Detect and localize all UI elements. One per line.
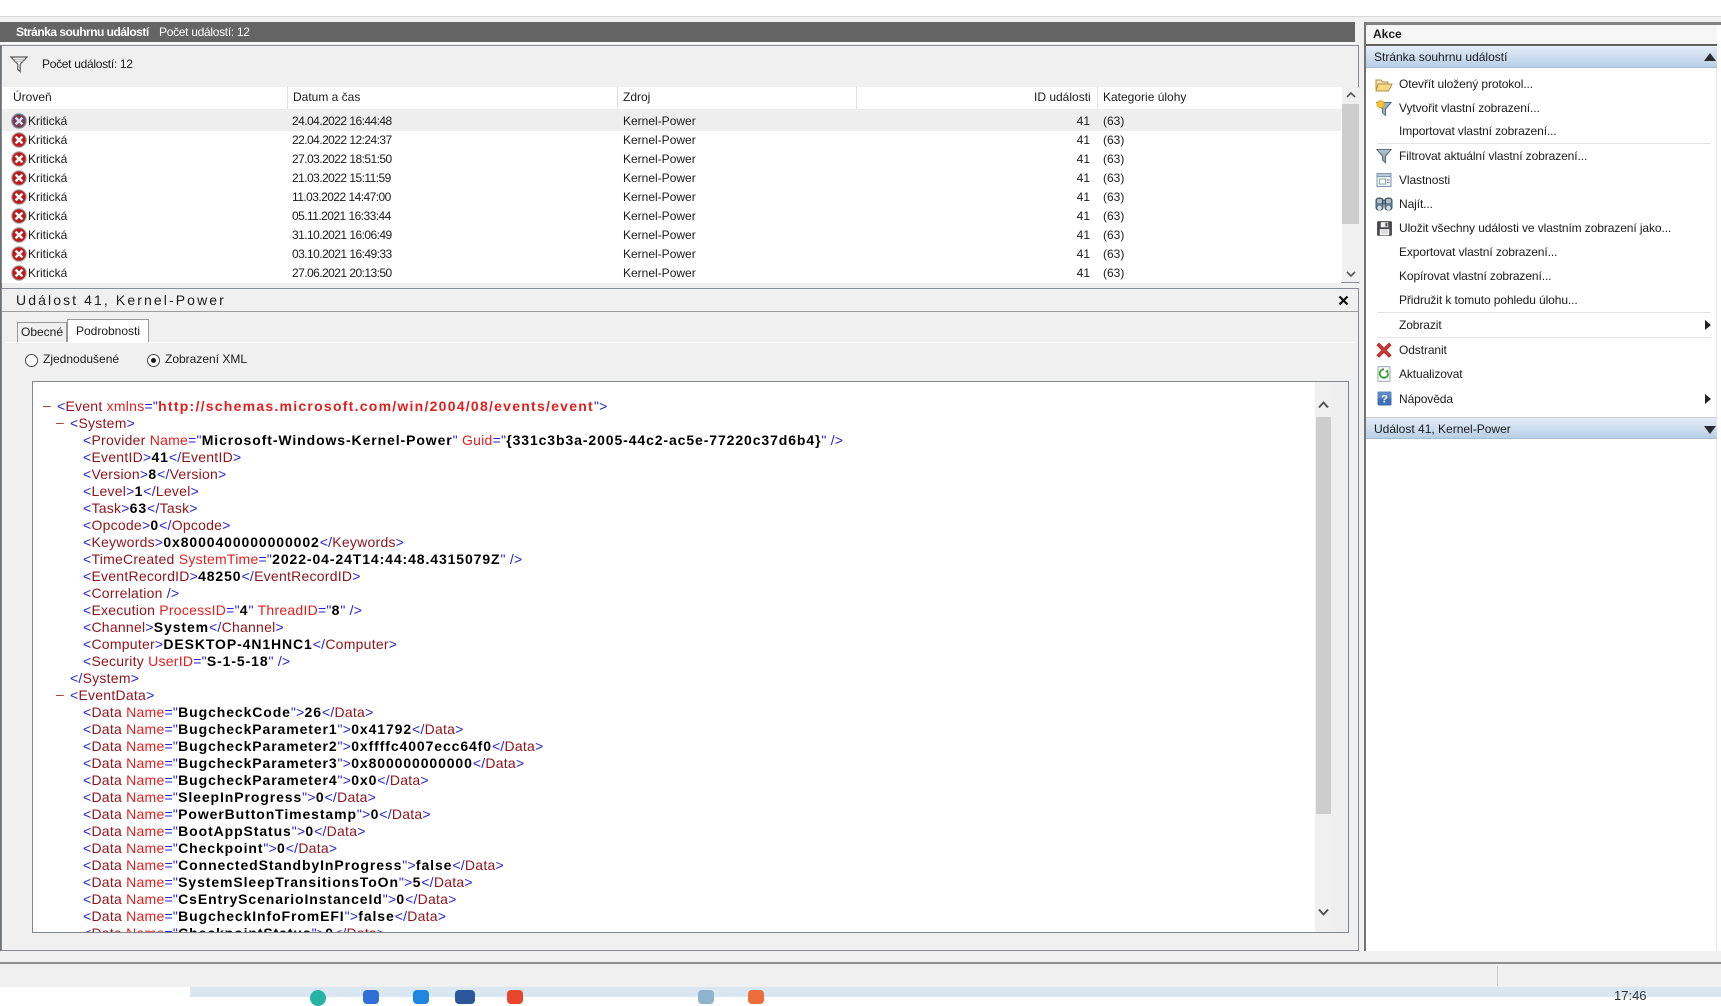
svg-text:?: ? [1381,394,1388,406]
